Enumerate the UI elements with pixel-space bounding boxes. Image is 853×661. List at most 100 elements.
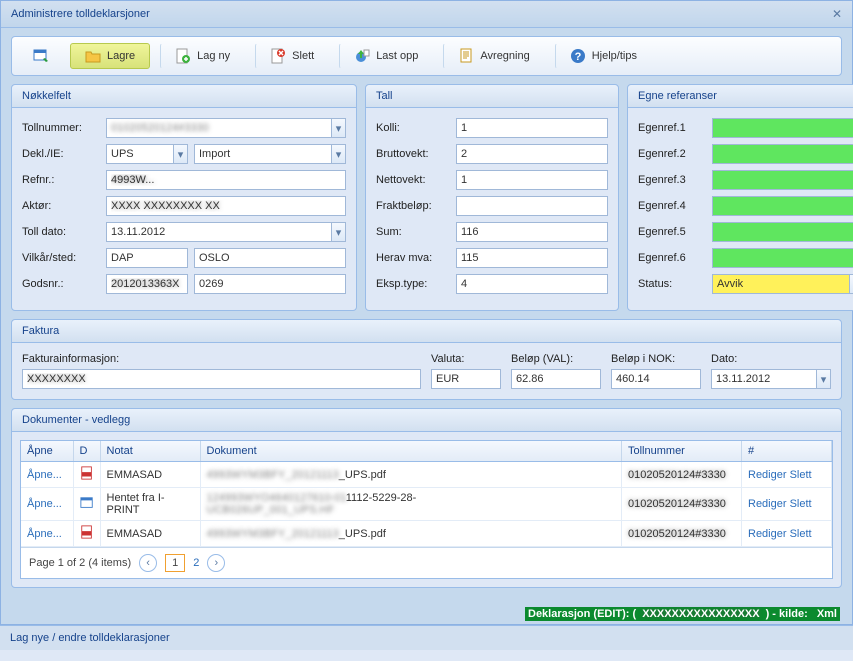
col-notat[interactable]: Notat: [100, 441, 200, 462]
egenref5-input[interactable]: [712, 222, 853, 242]
dekl-value: UPS: [111, 148, 134, 160]
actions-cell: Rediger Slett: [742, 462, 832, 488]
tollnummer-cell: 01020520124#3330: [622, 521, 742, 547]
upload-button[interactable]: Last opp: [339, 43, 433, 69]
ie-select[interactable]: Import ▾: [194, 144, 346, 164]
slett-link[interactable]: Slett: [790, 498, 812, 510]
col-apne[interactable]: Åpne: [21, 441, 73, 462]
rediger-link[interactable]: Rediger: [748, 469, 787, 481]
open-link[interactable]: Åpne...: [21, 521, 73, 547]
actions-cell: Rediger Slett: [742, 521, 832, 547]
kolli-input[interactable]: [456, 118, 608, 138]
pager-page-2[interactable]: 2: [193, 557, 199, 569]
label-deklie: Dekl./IE:: [22, 148, 100, 160]
dato-picker[interactable]: 13.11.2012 ▾: [711, 369, 831, 389]
label-belopval: Beløp (VAL):: [511, 353, 601, 365]
sum-input[interactable]: [456, 222, 608, 242]
tollnummer-select[interactable]: 01020520124#3330 ▾: [106, 118, 346, 138]
chevron-down-icon: ▾: [816, 370, 830, 388]
col-tollnummer[interactable]: Tollnummer: [622, 441, 742, 462]
panel-header: Tall: [366, 85, 618, 108]
table-row: Åpne...EMMASAD4993WYM3BFY_20121113_UPS.p…: [21, 462, 832, 488]
egenref2-input[interactable]: [712, 144, 853, 164]
col-dokument[interactable]: Dokument: [200, 441, 622, 462]
panel-header: Dokumenter - vedlegg: [12, 409, 841, 432]
help-button[interactable]: ? Hjelp/tips: [555, 43, 652, 69]
dokument-cell: 124993WYO4640127610-011112-5229-28-UCB02…: [200, 488, 622, 521]
document-icon: [458, 48, 474, 64]
panel-tall: Tall Kolli: Bruttovekt: Nettovekt: Frakt…: [365, 84, 619, 311]
fakturainfo-input[interactable]: [22, 369, 421, 389]
sted-input[interactable]: [194, 248, 346, 268]
label-fraktbelop: Fraktbeløp:: [376, 200, 450, 212]
egenref6-input[interactable]: [712, 248, 853, 268]
eksptype-input[interactable]: [456, 274, 608, 294]
status-select[interactable]: Avvik ▾: [712, 274, 853, 294]
col-d[interactable]: D: [73, 441, 100, 462]
label-egenref6: Egenref.6: [638, 252, 706, 264]
open-link[interactable]: Åpne...: [21, 488, 73, 521]
pager-next[interactable]: ›: [207, 554, 225, 572]
tolldato-value: 13.11.2012: [111, 226, 165, 238]
tollnummer-cell: 01020520124#3330: [622, 488, 742, 521]
new-button[interactable]: Lag ny: [160, 43, 245, 69]
panel-faktura: Faktura Fakturainformasjon: Valuta: Belø…: [11, 319, 842, 400]
panel-nokkelfelt: Nøkkelfelt Tollnummer: 01020520124#3330 …: [11, 84, 357, 311]
new-label: Lag ny: [197, 50, 230, 62]
status-text-d: Xml: [814, 607, 840, 621]
window-icon: [33, 48, 49, 64]
label-godsnr: Godsnr.:: [22, 278, 100, 290]
chevron-down-icon: ▾: [173, 145, 187, 163]
dokument-cell: 4993WYM3BFY_20121113_UPS.pdf: [200, 521, 622, 547]
bruttovekt-input[interactable]: [456, 144, 608, 164]
label-fakturainfo: Fakturainformasjon:: [22, 353, 421, 365]
label-egenref1: Egenref.1: [638, 122, 706, 134]
delete-button[interactable]: Slett: [255, 43, 329, 69]
open-link[interactable]: Åpne...: [21, 462, 73, 488]
label-egenref3: Egenref.3: [638, 174, 706, 186]
label-aktor: Aktør:: [22, 200, 100, 212]
panel-egne: Egne referanser Egenref.1 Egenref.2 Egen…: [627, 84, 853, 311]
label-sum: Sum:: [376, 226, 450, 238]
egenref1-input[interactable]: [712, 118, 853, 138]
godsnr1-input[interactable]: [106, 274, 188, 294]
save-button[interactable]: Lagre: [70, 43, 150, 69]
pager-page-1[interactable]: 1: [165, 554, 185, 572]
nettovekt-input[interactable]: [456, 170, 608, 190]
label-egenref2: Egenref.2: [638, 148, 706, 160]
col-hash[interactable]: #: [742, 441, 832, 462]
refnr-input[interactable]: [106, 170, 346, 190]
tolldato-picker[interactable]: 13.11.2012 ▾: [106, 222, 346, 242]
vilkar-input[interactable]: [106, 248, 188, 268]
close-icon[interactable]: ✕: [832, 7, 842, 21]
chevron-down-icon: ▾: [331, 223, 345, 241]
panel-dokumenter: Dokumenter - vedlegg Åpne D Notat Dokume…: [11, 408, 842, 588]
egenref4-input[interactable]: [712, 196, 853, 216]
notat-cell: EMMASAD: [100, 521, 200, 547]
rediger-link[interactable]: Rediger: [748, 498, 787, 510]
dekl-select[interactable]: UPS ▾: [106, 144, 188, 164]
pager-prev[interactable]: ‹: [139, 554, 157, 572]
slett-link[interactable]: Slett: [790, 469, 812, 481]
tollnummer-value: 01020520124#3330: [111, 122, 209, 134]
settlement-button[interactable]: Avregning: [443, 43, 544, 69]
belopnok-input[interactable]: [611, 369, 701, 389]
egenref3-input[interactable]: [712, 170, 853, 190]
label-belopnok: Beløp i NOK:: [611, 353, 701, 365]
valuta-input[interactable]: [431, 369, 501, 389]
label-eksptype: Eksp.type:: [376, 278, 450, 290]
belopval-input[interactable]: [511, 369, 601, 389]
window: Administrere tolldeklarsjoner ✕ Lagre La…: [0, 0, 853, 625]
fraktbelop-input[interactable]: [456, 196, 608, 216]
heravmva-input[interactable]: [456, 248, 608, 268]
status-text-b: XXXXXXXXXXXXXXXX: [639, 607, 762, 621]
label-bruttovekt: Bruttovekt:: [376, 148, 450, 160]
chevron-down-icon: ▾: [331, 145, 345, 163]
slett-link[interactable]: Slett: [790, 528, 812, 540]
panel-header: Nøkkelfelt: [12, 85, 356, 108]
aktor-input[interactable]: [106, 196, 346, 216]
statusbar: Deklarasjon (EDIT): (XXXXXXXXXXXXXXXX) -…: [1, 604, 852, 624]
refresh-button[interactable]: [18, 43, 64, 69]
godsnr2-input[interactable]: [194, 274, 346, 294]
rediger-link[interactable]: Rediger: [748, 528, 787, 540]
